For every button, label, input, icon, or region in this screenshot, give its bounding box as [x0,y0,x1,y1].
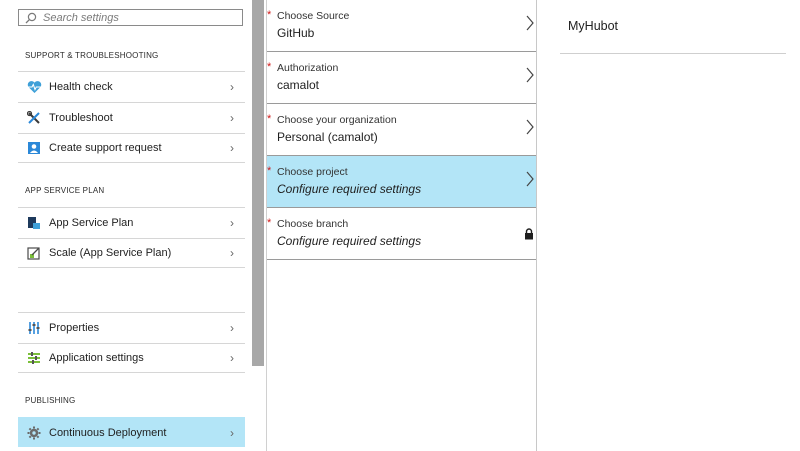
field-choose-organization[interactable]: * Choose your organization Personal (cam… [267,104,536,156]
app-blade: MyHubot [537,0,800,451]
field-label: Choose Source [277,10,350,22]
chevron-right-icon: › [230,215,234,230]
field-label: Choose project [277,166,348,178]
field-label: Authorization [277,62,339,74]
menu-item-label: Properties [49,321,100,334]
chevron-right-icon: › [230,110,234,125]
field-choose-project[interactable]: * Choose project Configure required sett… [267,156,536,208]
gear-icon [26,425,42,441]
menu-item-label: Scale (App Service Plan) [49,247,172,259]
field-value: GitHub [277,26,315,40]
chevron-right-icon [525,119,535,135]
menu-item-create-support-request[interactable]: Create support request › [18,133,245,163]
section-title-app-service-plan: APP SERVICE PLAN [25,186,105,195]
menu-item-label: Continuous Deployment [49,426,167,439]
section-title-support: SUPPORT & TROUBLESHOOTING [25,51,159,60]
menu-item-continuous-deployment[interactable]: Continuous Deployment › [18,417,245,447]
required-marker: * [267,9,272,21]
menu-item-label: Application settings [49,352,144,364]
menu-item-label: App Service Plan [49,216,134,229]
field-value: Configure required settings [277,234,422,248]
menu-item-label: Health check [49,80,113,93]
chevron-right-icon: › [230,320,234,335]
menu-item-properties[interactable]: Properties › [18,312,245,342]
scrollbar[interactable] [251,0,265,451]
chevron-right-icon [525,171,535,187]
search-input[interactable] [43,11,233,24]
field-value: camalot [277,78,320,92]
chevron-right-icon: › [230,351,234,365]
menu-item-health-check[interactable]: Health check › [18,71,245,101]
heart-monitor-icon [26,79,42,95]
menu-item-label: Create support request [49,142,162,154]
chevron-right-icon: › [230,141,234,155]
field-authorization[interactable]: * Authorization camalot [267,52,536,104]
deployment-source-pane: * Choose Source GitHub * Authorization c… [266,0,536,451]
required-marker: * [267,165,272,177]
field-choose-branch: * Choose branch Configure required setti… [267,208,536,260]
properties-sliders-icon [26,320,42,336]
chevron-right-icon: › [230,246,234,260]
scrollbar-thumb[interactable] [252,0,264,366]
chevron-right-icon [525,67,535,83]
settings-menu: SUPPORT & TROUBLESHOOTING Health check ›… [0,0,250,451]
menu-item-troubleshoot[interactable]: Troubleshoot › [18,102,245,132]
title-divider [560,53,786,54]
search-box[interactable] [18,9,243,26]
lock-icon [524,227,534,240]
field-choose-source[interactable]: * Choose Source GitHub [267,0,536,52]
section-title-publishing: PUBLISHING [25,396,76,405]
search-icon [25,11,39,25]
tools-icon [26,110,42,126]
menu-item-application-settings[interactable]: Application settings › [18,343,245,373]
app-service-plan-icon [26,215,42,231]
field-value: Configure required settings [277,182,422,196]
support-person-icon [26,140,42,156]
chevron-right-icon: › [230,79,234,94]
required-marker: * [267,217,272,229]
scale-icon [26,245,42,261]
field-value: Personal (camalot) [277,130,378,144]
chevron-right-icon [525,15,535,31]
required-marker: * [267,113,272,125]
chevron-right-icon: › [230,425,234,440]
field-label: Choose your organization [277,114,397,126]
menu-item-scale[interactable]: Scale (App Service Plan) › [18,238,245,268]
menu-item-app-service-plan[interactable]: App Service Plan › [18,207,245,237]
menu-item-label: Troubleshoot [49,111,113,124]
application-settings-icon [26,350,42,366]
field-label: Choose branch [277,218,349,230]
blade-title: MyHubot [568,19,619,33]
required-marker: * [267,61,272,73]
